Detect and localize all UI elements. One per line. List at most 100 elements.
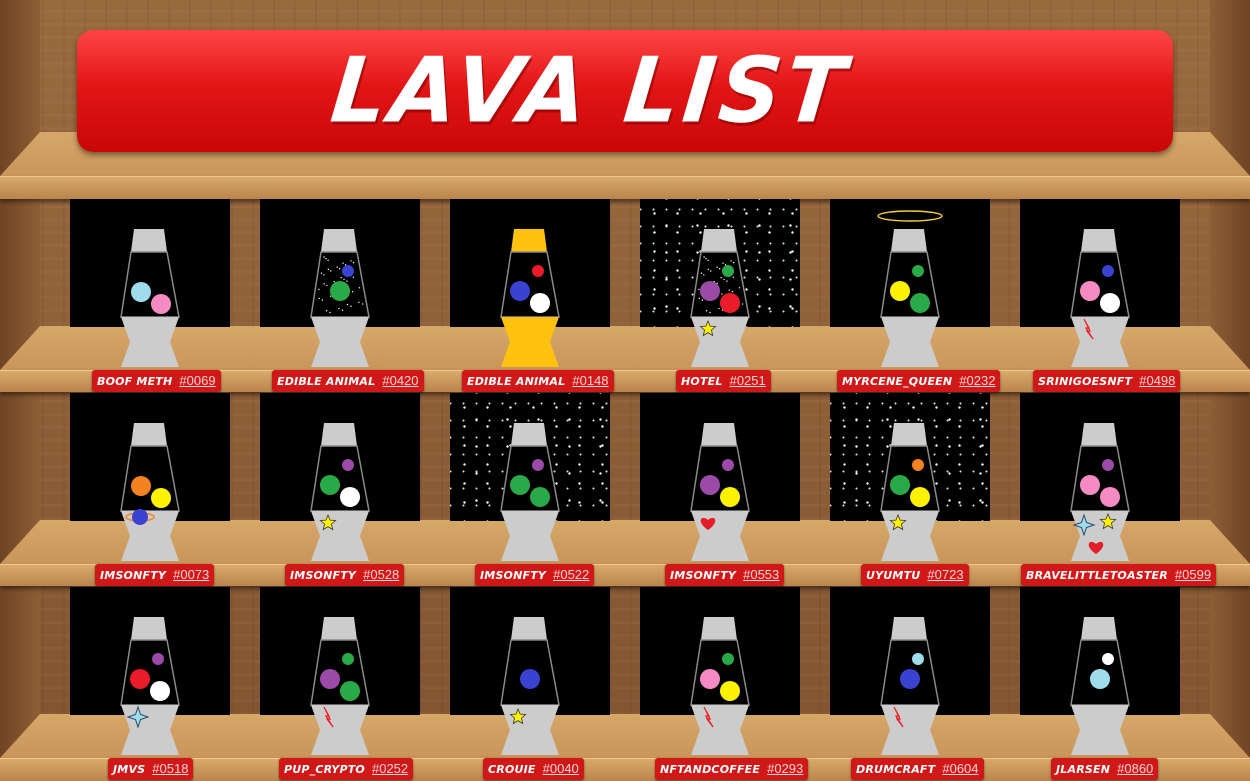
token-number-link[interactable]: #0498 — [1139, 373, 1175, 388]
lava-blob — [700, 475, 720, 495]
owner-tag[interactable]: JLARSEN #0860 — [1051, 758, 1159, 780]
lava-blob — [722, 653, 734, 665]
lava-blob — [1090, 669, 1110, 689]
title-banner: LAVA LIST — [77, 30, 1173, 152]
token-number-link[interactable]: #0069 — [179, 373, 215, 388]
lava-blob — [131, 282, 151, 302]
owner-tag[interactable]: MYRCENE_QUEEN #0232 — [837, 370, 1001, 392]
token-number-link[interactable]: #0518 — [152, 761, 188, 776]
lamp-cap — [891, 229, 927, 252]
halo-icon — [877, 210, 943, 222]
lamp-cap — [1081, 229, 1117, 252]
lava-lamp-icon — [500, 617, 560, 755]
token-number-link[interactable]: #0251 — [730, 373, 766, 388]
owner-tag[interactable]: BRAVELITTLETOASTER #0599 — [1021, 564, 1217, 586]
lava-blob — [912, 653, 924, 665]
lava-lamp-icon — [310, 423, 370, 561]
lava-lamp-icon — [1070, 229, 1130, 367]
owner-tag[interactable]: SRINIGOESNFT #0498 — [1033, 370, 1181, 392]
token-number-link[interactable]: #0604 — [942, 761, 978, 776]
token-number-link[interactable]: #0252 — [372, 761, 408, 776]
lamp-base — [1071, 511, 1129, 561]
token-number-link[interactable]: #0522 — [553, 567, 589, 582]
lava-blob — [890, 475, 910, 495]
lava-blob — [1102, 653, 1114, 665]
owner-tag[interactable]: UYUMTU #0723 — [861, 564, 969, 586]
lava-blob — [1102, 459, 1114, 471]
lava-blob — [720, 293, 740, 313]
lamp-cap — [701, 617, 737, 640]
owner-tag[interactable]: PUP_CRYPTO #0252 — [279, 758, 414, 780]
lava-lamp-icon — [690, 617, 750, 755]
owner-tag[interactable]: IMSONFTY #0553 — [665, 564, 785, 586]
lamp-cap — [131, 229, 167, 252]
lava-blob — [1102, 265, 1114, 277]
owner-name: IMSONFTY — [670, 569, 737, 582]
token-number-link[interactable]: #0599 — [1175, 567, 1211, 582]
lava-blob — [1080, 475, 1100, 495]
lava-blob — [520, 669, 540, 689]
lava-blob — [152, 653, 164, 665]
token-number-link[interactable]: #0553 — [743, 567, 779, 582]
owner-tag[interactable]: EDIBLE ANIMAL #0148 — [462, 370, 614, 392]
lava-lamp-icon — [1070, 423, 1130, 561]
lamp-glass — [690, 251, 750, 318]
lamp-base — [691, 511, 749, 561]
lamp-base — [501, 705, 559, 755]
owner-tag[interactable]: HOTEL #0251 — [676, 370, 771, 392]
owner-tag[interactable]: JMVS #0518 — [108, 758, 194, 780]
lava-blob — [510, 475, 530, 495]
token-number-link[interactable]: #0040 — [543, 761, 579, 776]
owner-tag[interactable]: CROUIE #0040 — [483, 758, 584, 780]
owner-tag[interactable]: IMSONFTY #0528 — [285, 564, 405, 586]
lamp-base — [1071, 705, 1129, 755]
lava-blob — [342, 265, 354, 277]
lava-blob — [151, 488, 171, 508]
lava-blob — [1100, 293, 1120, 313]
lamp-base — [691, 705, 749, 755]
lava-lamp-icon — [500, 229, 560, 367]
owner-name: BRAVELITTLETOASTER — [1026, 569, 1168, 582]
lamp-cap — [701, 423, 737, 446]
lava-lamp-icon — [120, 229, 180, 367]
lamp-base — [881, 705, 939, 755]
owner-name: CROUIE — [488, 763, 536, 776]
lava-blob — [1080, 281, 1100, 301]
lamp-cap — [321, 229, 357, 252]
lava-blob — [532, 459, 544, 471]
owner-tag[interactable]: IMSONFTY #0522 — [475, 564, 595, 586]
owner-name: DRUMCRAFT — [856, 763, 936, 776]
lava-blob — [532, 265, 544, 277]
token-number-link[interactable]: #0528 — [363, 567, 399, 582]
lamp-cap — [1081, 617, 1117, 640]
owner-tag[interactable]: NFTANDCOFFEE #0293 — [655, 758, 809, 780]
lamp-glass — [500, 251, 560, 318]
token-number-link[interactable]: #0232 — [959, 373, 995, 388]
token-number-link[interactable]: #0860 — [1117, 761, 1153, 776]
owner-tag[interactable]: DRUMCRAFT #0604 — [851, 758, 984, 780]
lamp-cap — [511, 617, 547, 640]
lamp-glass — [310, 639, 370, 706]
owner-tag[interactable]: BOOF METH #0069 — [92, 370, 221, 392]
owner-tag[interactable]: EDIBLE ANIMAL #0420 — [272, 370, 424, 392]
token-number-link[interactable]: #0148 — [572, 373, 608, 388]
lava-blob — [340, 681, 360, 701]
token-number-link[interactable]: #0073 — [173, 567, 209, 582]
lamp-glass — [310, 445, 370, 512]
owner-name: EDIBLE ANIMAL — [277, 375, 376, 388]
owner-tag[interactable]: IMSONFTY #0073 — [95, 564, 215, 586]
owner-name: IMSONFTY — [290, 569, 357, 582]
lava-blob — [700, 669, 720, 689]
lamp-glass — [1070, 445, 1130, 512]
lava-lamp-icon — [877, 210, 943, 367]
token-number-link[interactable]: #0293 — [767, 761, 803, 776]
token-number-link[interactable]: #0420 — [382, 373, 418, 388]
lava-blob — [131, 476, 151, 496]
owner-name: HOTEL — [681, 375, 723, 388]
lamp-cap — [891, 423, 927, 446]
lamp-base — [311, 705, 369, 755]
token-number-link[interactable]: #0723 — [927, 567, 963, 582]
owner-name: EDIBLE ANIMAL — [467, 375, 566, 388]
lava-blob — [330, 281, 350, 301]
lamp-glass — [880, 251, 940, 318]
